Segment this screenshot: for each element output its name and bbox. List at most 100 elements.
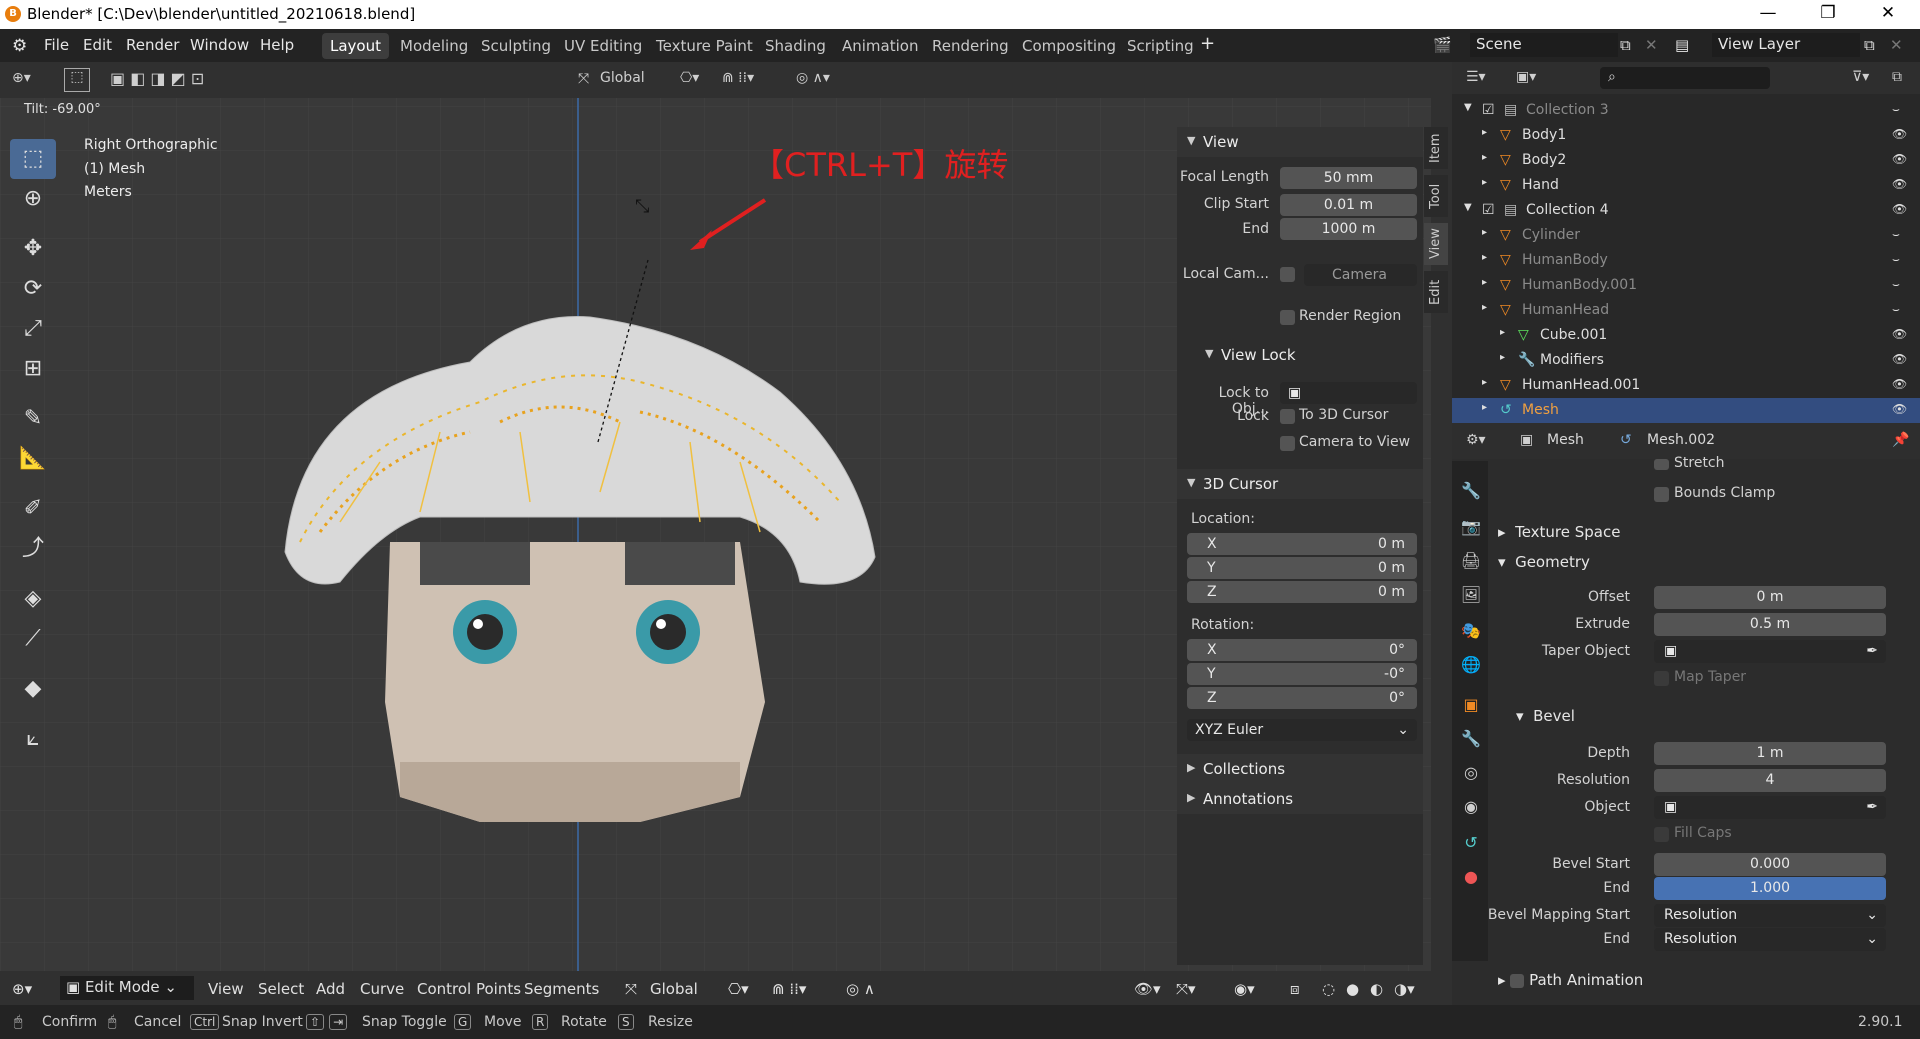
output-props-icon[interactable]: 🖨 [1460, 551, 1482, 573]
3d-cursor-header[interactable]: ▼ 3D Cursor [1177, 469, 1423, 499]
tool-scale-icon[interactable]: ⤢ [10, 309, 56, 349]
editor-type-icon[interactable]: ⊕▾ [12, 980, 32, 998]
tool-measure-icon[interactable]: 📐 [10, 439, 56, 479]
cursor-rotation-y[interactable]: Y -0° [1187, 663, 1417, 685]
object-props-icon[interactable]: ▣ [1460, 695, 1482, 717]
new-scene-icon[interactable]: ⧉ [1620, 36, 1631, 54]
scene-name-field[interactable]: Scene [1470, 33, 1618, 57]
outliner-row[interactable]: ▸ ▽ Hand 👁 [1452, 173, 1920, 198]
clip-end-field[interactable]: 1000 m [1280, 218, 1417, 240]
menu-control-points[interactable]: Control Points [417, 980, 521, 998]
expand-toggle-icon[interactable]: ▸ [1482, 252, 1487, 263]
tool-tilt-icon[interactable]: ⟋ [10, 619, 56, 659]
visibility-eye-icon[interactable]: ⌣ [1892, 252, 1900, 267]
visibility-eye-icon[interactable]: 👁 [1892, 352, 1907, 366]
cursor-rotation-x[interactable]: X 0° [1187, 639, 1417, 661]
expand-toggle-icon[interactable]: ▸ [1482, 277, 1487, 288]
focal-length-field[interactable]: 50 mm [1280, 167, 1417, 189]
world-props-icon[interactable]: 🌐 [1460, 655, 1482, 677]
proportional-edit-icon[interactable]: ◎ ∧▾ [796, 70, 830, 86]
view-lock-header[interactable]: ▼ View Lock [1177, 340, 1423, 370]
bottom-orientation-select[interactable]: Global [650, 980, 698, 998]
visibility-eye-icon[interactable]: 👁 [1892, 327, 1907, 341]
menu-window[interactable]: Window [190, 36, 249, 54]
outliner-row[interactable]: ▼ ☑ ▤ Collection 4 👁 [1452, 198, 1920, 223]
expand-toggle-icon[interactable]: ▸ [1482, 127, 1487, 138]
outliner-row[interactable]: ▸ ▽ Body2 👁 [1452, 148, 1920, 173]
render-region-checkbox[interactable] [1280, 310, 1295, 325]
shading-solid-icon[interactable]: ● [1346, 980, 1359, 998]
expand-toggle-icon[interactable]: ▼ [1464, 202, 1472, 213]
physics-props-icon[interactable]: ◉ [1460, 797, 1482, 819]
menu-edit[interactable]: Edit [83, 36, 112, 54]
pivot-icon[interactable]: ⎔▾ [728, 980, 749, 998]
shading-wireframe-icon[interactable]: ◌ [1322, 980, 1335, 998]
visibility-eye-icon[interactable]: ⌣ [1892, 227, 1900, 242]
bevel-object-field[interactable]: ▣ ✒ [1654, 796, 1886, 819]
cursor-location-x[interactable]: X0 m [1187, 533, 1417, 555]
snap-icon[interactable]: ⋒ ⁞⁞▾ [722, 70, 754, 86]
expand-toggle-icon[interactable]: ▸ [1482, 402, 1487, 413]
expand-toggle-icon[interactable]: ▸ [1482, 227, 1487, 238]
visibility-eye-icon[interactable]: ⌣ [1892, 302, 1900, 317]
stretch-checkbox[interactable] [1654, 459, 1669, 470]
expand-toggle-icon[interactable]: ▸ [1482, 302, 1487, 313]
tool-draw-icon[interactable]: ✐ [10, 489, 56, 529]
shading-material-icon[interactable]: ◐ [1370, 980, 1383, 998]
tab-edit[interactable]: Edit [1424, 271, 1448, 313]
expand-toggle-icon[interactable]: ▸ [1482, 177, 1487, 188]
editor-type-icon[interactable]: ⊕▾ [12, 70, 31, 86]
overlays-icon[interactable]: ◉▾ [1234, 980, 1255, 998]
pin-icon[interactable]: 📌 [1892, 432, 1909, 448]
pivot-icon[interactable]: ⎔▾ [680, 70, 699, 86]
tool-rotate-icon[interactable]: ⟳ [10, 269, 56, 309]
camera-to-view-checkbox[interactable] [1280, 436, 1295, 451]
cursor-location-y[interactable]: Y0 m [1187, 557, 1417, 579]
add-workspace-icon[interactable]: + [1200, 33, 1215, 54]
properties-editor-icon[interactable]: ⚙▾ [1466, 432, 1486, 448]
rotation-mode-select[interactable]: XYZ Euler ⌄ [1187, 719, 1417, 741]
cursor-rotation-z[interactable]: Z 0° [1187, 687, 1417, 709]
tab-compositing[interactable]: Compositing [1014, 33, 1124, 59]
tool-transform-icon[interactable]: ⊞ [10, 349, 56, 389]
tool-props-icon[interactable]: 🔧 [1460, 481, 1482, 503]
visibility-eye-icon[interactable]: 👁 [1892, 127, 1907, 141]
select-mode-icons[interactable]: ▣ ◧ ◨ ◩ ⊡ [110, 69, 204, 88]
tool-radius-icon[interactable]: ◈ [10, 579, 56, 619]
visibility-eye-icon[interactable]: 👁 [1892, 177, 1907, 191]
outliner-row[interactable]: ▸ ▽ Body1 👁 [1452, 123, 1920, 148]
menu-render[interactable]: Render [126, 36, 179, 54]
tool-cursor-icon[interactable]: ⊕ [10, 179, 56, 219]
visibility-eye-icon[interactable]: 👁 [1892, 402, 1907, 416]
outliner-row[interactable]: ▸ ▽ HumanHead ⌣ [1452, 298, 1920, 323]
snap-icon[interactable]: ⋒ ⁞⁞▾ [772, 980, 806, 998]
menu-view[interactable]: View [208, 980, 244, 998]
tab-scripting[interactable]: Scripting [1119, 33, 1202, 59]
data-props-icon[interactable]: ↺ [1460, 833, 1482, 855]
path-animation-checkbox[interactable] [1510, 973, 1525, 988]
gizmo-icon[interactable]: ⤧▾ [1176, 980, 1196, 998]
remove-scene-icon[interactable]: ✕ [1645, 36, 1658, 54]
mode-select[interactable]: ▣ Edit Mode ⌄ [60, 976, 194, 1000]
tab-layout[interactable]: Layout [322, 33, 389, 59]
collections-header[interactable]: ▶ Collections [1177, 754, 1423, 784]
tab-view[interactable]: View [1424, 223, 1448, 265]
collection-checkbox-icon[interactable]: ☑ [1482, 102, 1495, 118]
menu-file[interactable]: File [44, 36, 69, 54]
view-section-header[interactable]: ▼ View [1177, 127, 1423, 157]
visibility-eye-icon[interactable]: ⌣ [1892, 102, 1900, 117]
extrude-field[interactable]: 0.5 m [1654, 613, 1886, 636]
expand-toggle-icon[interactable]: ▸ [1500, 352, 1505, 363]
outliner-row[interactable]: ▸ ▽ HumanBody.001 ⌣ [1452, 273, 1920, 298]
tool-shear-icon[interactable]: ⟀ [10, 719, 56, 759]
menu-help[interactable]: Help [260, 36, 294, 54]
display-mode-icon[interactable]: ▣▾ [1516, 69, 1536, 85]
expand-toggle-icon[interactable]: ▼ [1464, 102, 1472, 113]
offset-field[interactable]: 0 m [1654, 586, 1886, 609]
annotations-header[interactable]: ▶ Annotations [1177, 784, 1423, 814]
outliner-row[interactable]: ▸ ▽ HumanBody ⌣ [1452, 248, 1920, 273]
tab-sculpting[interactable]: Sculpting [473, 33, 559, 59]
scene-props-icon[interactable]: 🎭 [1460, 621, 1482, 643]
scene-selector-icon[interactable]: 🎬 [1433, 36, 1452, 54]
expand-toggle-icon[interactable]: ▸ [1482, 152, 1487, 163]
